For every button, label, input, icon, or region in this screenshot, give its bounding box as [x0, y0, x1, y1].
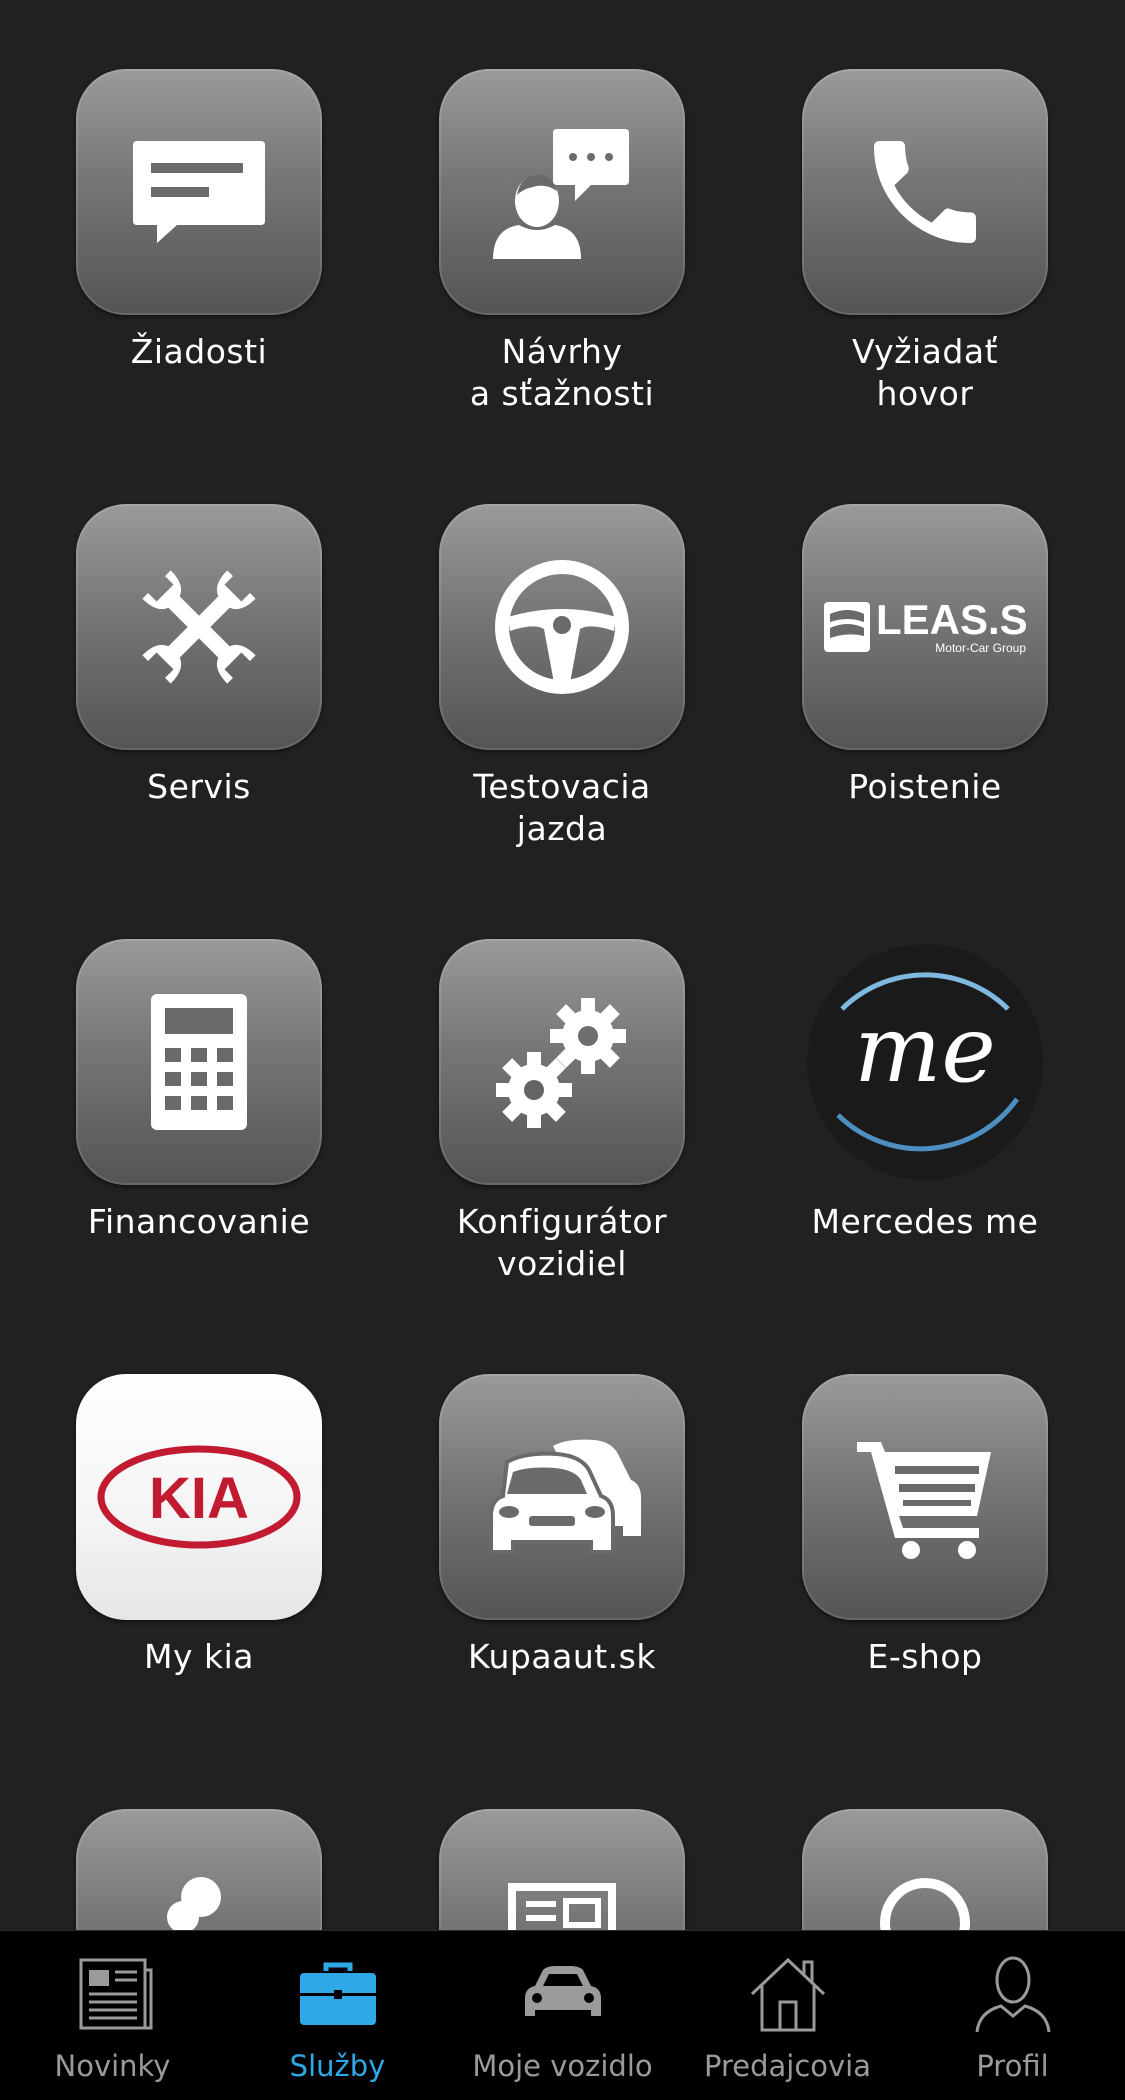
tab-bar: Novinky Služby Moje vozidlo Predajcovia … — [0, 1930, 1125, 2100]
search-icon — [865, 1857, 985, 1930]
service-tile-navrhy[interactable] — [439, 69, 685, 315]
house-icon — [675, 1949, 900, 2039]
briefcase-icon — [225, 1949, 450, 2039]
service-label-line2: vozidiel — [497, 1244, 627, 1283]
wrenches-icon — [129, 557, 269, 697]
service-tile-kupaaut[interactable] — [439, 1374, 685, 1620]
tab-profil[interactable]: Profil — [900, 1931, 1125, 2100]
service-label-line1: Konfigurátor — [456, 1202, 668, 1241]
car-icon — [450, 1949, 675, 2039]
shopping-cart-icon — [855, 1434, 995, 1560]
service-tile-ziadosti[interactable] — [76, 69, 322, 315]
tab-novinky[interactable]: Novinky — [0, 1931, 225, 2100]
service-label-line1: My kia — [144, 1637, 254, 1676]
service-label-line2: hovor — [876, 374, 974, 413]
cars-icon — [477, 1432, 647, 1562]
service-label: E-shop — [765, 1636, 1085, 1678]
service-label: Servis — [39, 766, 359, 808]
service-label: My kia — [39, 1636, 359, 1678]
phone-icon — [857, 124, 993, 260]
gears-icon — [492, 992, 632, 1132]
service-tile-my-kia[interactable]: KIA — [76, 1374, 322, 1620]
tab-label: Moje vozidlo — [472, 2049, 653, 2083]
tab-label: Predajcovia — [703, 2049, 872, 2083]
leas-logo-subtext: Motor-Car Group — [935, 641, 1026, 655]
news-icon — [502, 1857, 622, 1930]
tab-moje-vozidlo[interactable]: Moje vozidlo — [450, 1931, 675, 2100]
service-tile-vyziadat-hovor[interactable] — [802, 69, 1048, 315]
service-label: Poistenie — [765, 766, 1085, 808]
service-tile-financovanie[interactable] — [76, 939, 322, 1185]
service-label-line1: Servis — [147, 767, 251, 806]
calculator-icon — [151, 994, 247, 1130]
newspaper-icon — [0, 1949, 225, 2039]
app-screen: Žiadosti Návrhy a sťažnosti Vyžiadať hov… — [0, 0, 1125, 2100]
service-label-line1: Poistenie — [848, 767, 1002, 806]
service-label-line1: E-shop — [867, 1637, 983, 1676]
people-icon — [139, 1857, 259, 1930]
service-tile-partial[interactable] — [439, 1809, 685, 1930]
tab-label: Služby — [289, 2049, 386, 2083]
kia-logo-text: KIA — [149, 1466, 249, 1531]
mercedes-me-logo: me — [802, 939, 1048, 1185]
service-label-line2: a sťažnosti — [469, 374, 655, 413]
service-label-line1: Kupaaut.sk — [468, 1637, 656, 1676]
service-label: Vyžiadať hovor — [765, 331, 1085, 415]
service-tile-konfigurator[interactable] — [439, 939, 685, 1185]
mercedes-me-text: me — [854, 996, 996, 1103]
service-label: Testovacia jazda — [402, 766, 722, 850]
kia-logo: KIA — [96, 1444, 302, 1550]
service-label: Kupaaut.sk — [402, 1636, 722, 1678]
leas-logo-text: LEAS.SK — [876, 596, 1030, 643]
service-label: Mercedes me — [765, 1201, 1085, 1243]
person-speech-icon — [487, 117, 637, 267]
steering-wheel-icon — [494, 559, 630, 695]
services-grid: Žiadosti Návrhy a sťažnosti Vyžiadať hov… — [0, 0, 1125, 1930]
service-label-line1: Návrhy — [501, 332, 623, 371]
service-label: Konfigurátor vozidiel — [402, 1201, 722, 1285]
tab-predajcovia[interactable]: Predajcovia — [675, 1931, 900, 2100]
tab-sluzby[interactable]: Služby — [225, 1931, 450, 2100]
service-label: Návrhy a sťažnosti — [402, 331, 722, 415]
chat-bubble-icon — [129, 137, 269, 247]
service-tile-partial[interactable] — [802, 1809, 1048, 1930]
service-label-line1: Financovanie — [87, 1202, 311, 1241]
service-tile-testovacia-jazda[interactable] — [439, 504, 685, 750]
tab-label: Novinky — [54, 2049, 171, 2083]
tab-label: Profil — [976, 2049, 1049, 2083]
service-label-line2: jazda — [516, 809, 608, 848]
service-label-line1: Testovacia — [473, 767, 651, 806]
leas-logo: LEAS.SK Motor-Car Group — [820, 592, 1030, 662]
service-label-line1: Vyžiadať — [851, 332, 999, 371]
service-label-line1: Žiadosti — [130, 332, 268, 371]
service-tile-mercedes-me[interactable]: me — [802, 939, 1048, 1185]
service-tile-servis[interactable] — [76, 504, 322, 750]
service-label: Financovanie — [39, 1201, 359, 1243]
user-icon — [900, 1949, 1125, 2039]
service-tile-eshop[interactable] — [802, 1374, 1048, 1620]
service-tile-partial[interactable] — [76, 1809, 322, 1930]
service-tile-poistenie[interactable]: LEAS.SK Motor-Car Group — [802, 504, 1048, 750]
service-label-line1: Mercedes me — [811, 1202, 1039, 1241]
service-label: Žiadosti — [39, 331, 359, 373]
